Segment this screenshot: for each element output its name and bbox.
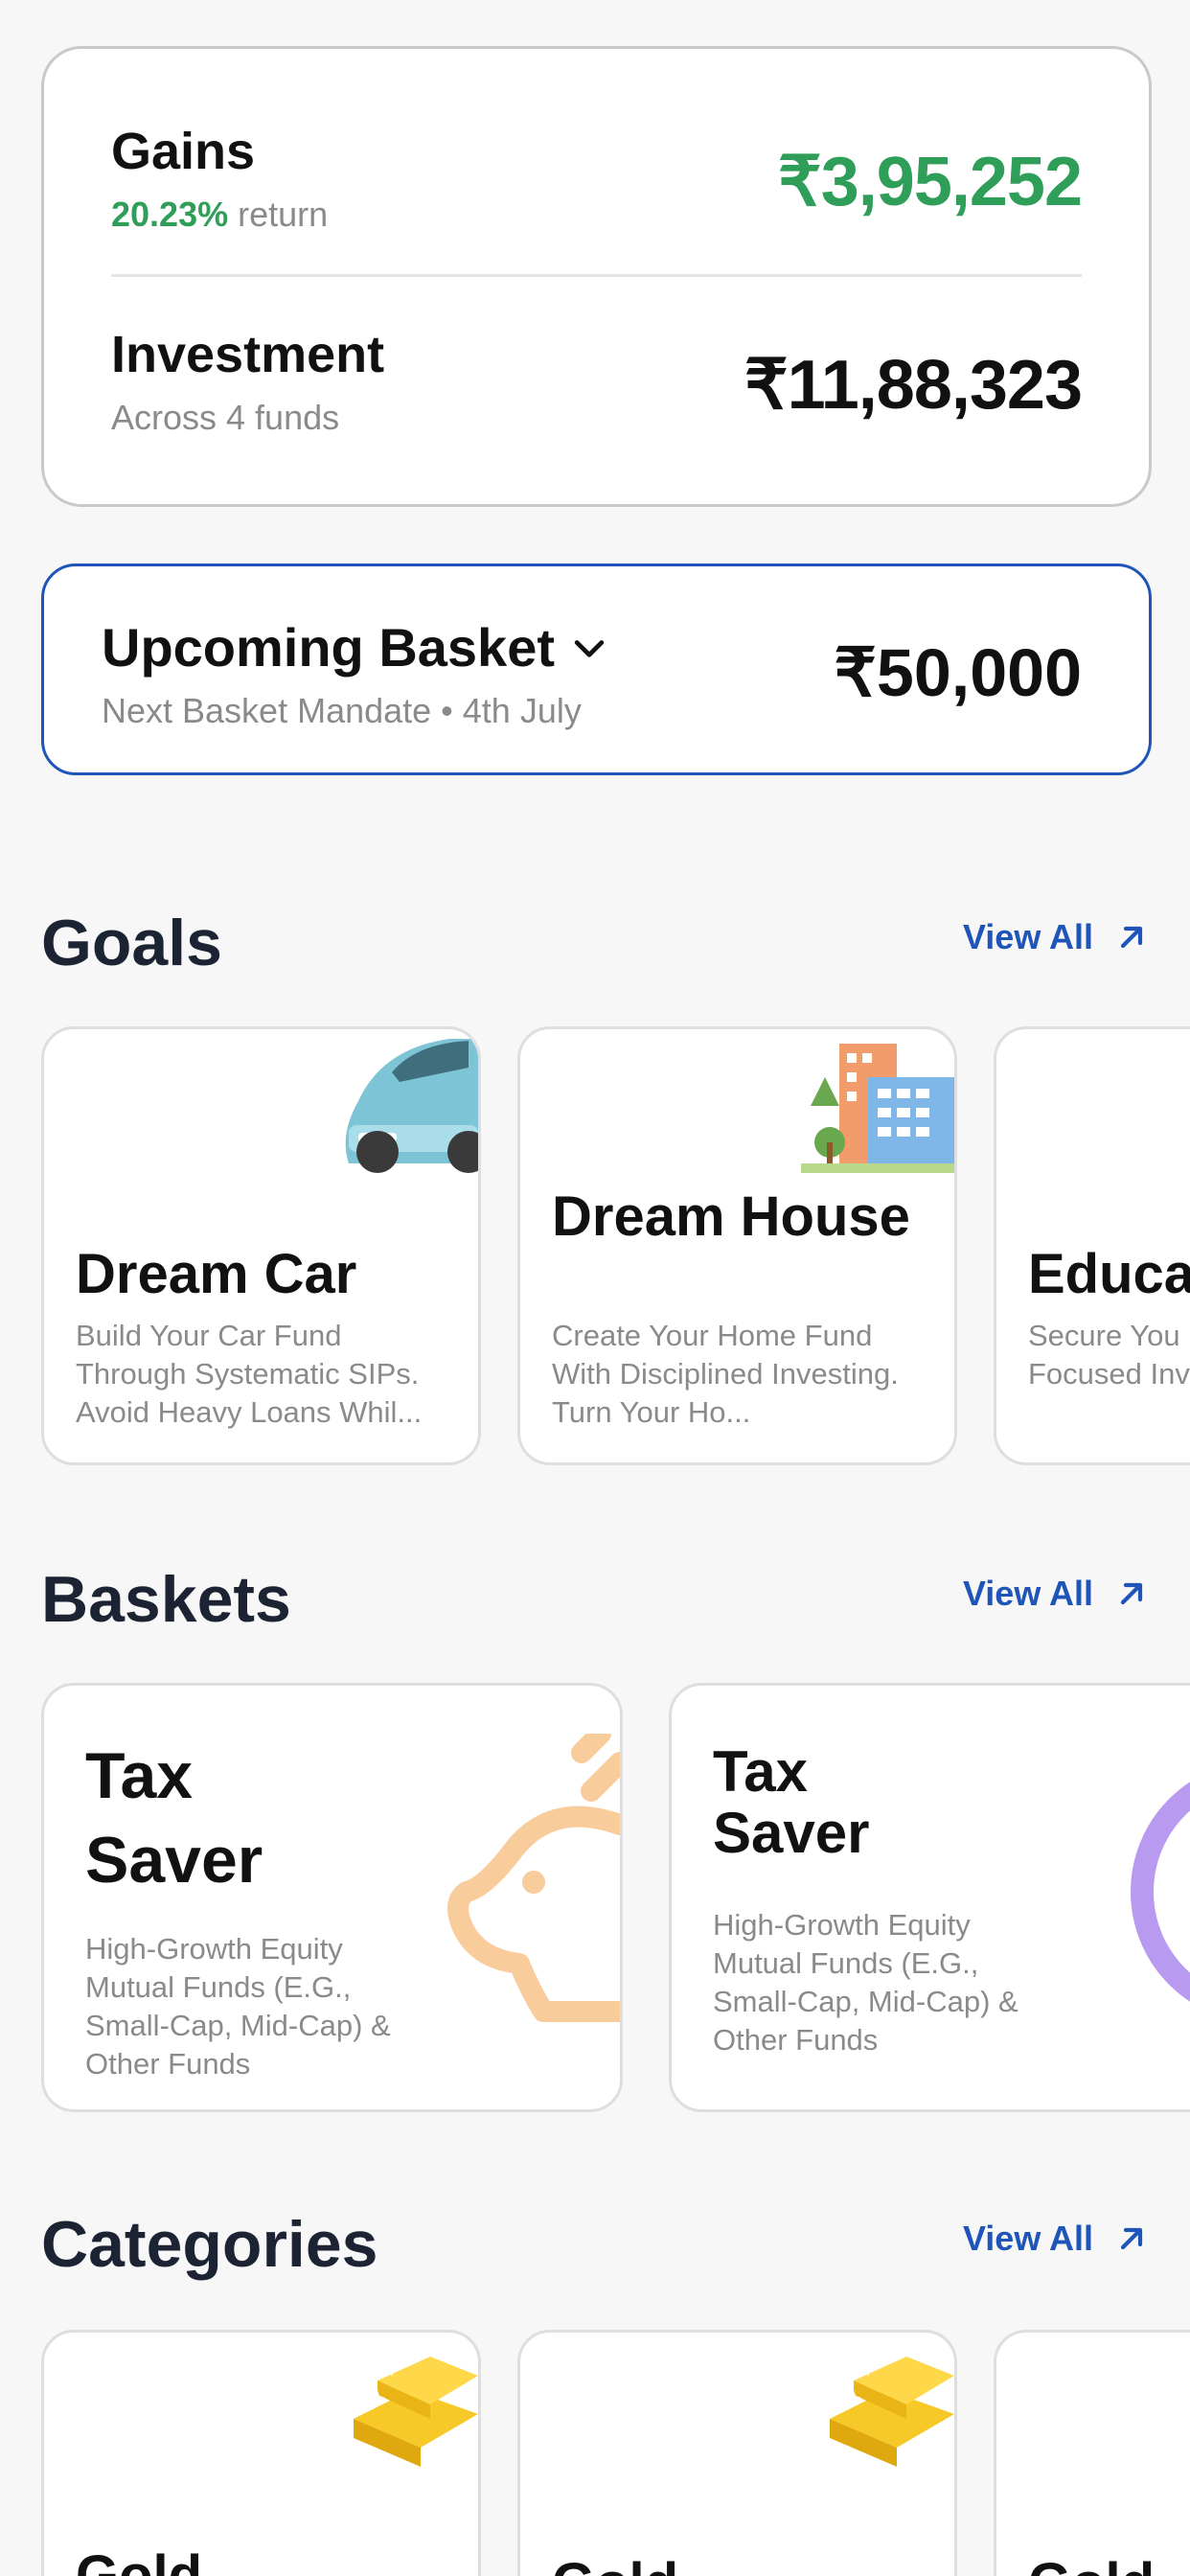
baskets-view-all-link[interactable]: View All xyxy=(963,1574,1149,1614)
piggy-bank-illustration xyxy=(447,1734,620,2022)
basket-card-tax-saver[interactable]: Tax Saver High-Growth Equity Mutual Fund… xyxy=(41,1683,623,2112)
goal-description: Build Your Car Fund Through Systematic S… xyxy=(76,1319,423,1429)
gold-bars-illustration xyxy=(354,2352,478,2467)
categories-section-header: Categories View All xyxy=(41,2207,1149,2293)
gains-return-label: return xyxy=(228,195,329,234)
baskets-section-header: Baskets View All xyxy=(41,1562,1149,1648)
summary-divider xyxy=(111,274,1082,277)
category-card-gold-2[interactable]: Gold xyxy=(517,2330,957,2576)
category-card-gold-3[interactable]: Gold xyxy=(994,2330,1190,2576)
investment-amount: ₹11,88,323 xyxy=(744,347,1083,424)
goal-description: Create Your Home Fund With Disciplined I… xyxy=(552,1319,899,1429)
investment-title: Investment xyxy=(111,326,385,383)
category-title: Gold xyxy=(76,2544,203,2576)
basket-description: High-Growth Equity Mutual Funds (E.G., S… xyxy=(85,1932,391,2081)
category-title: Gold xyxy=(552,2551,678,2576)
baskets-carousel[interactable]: Tax Saver High-Growth Equity Mutual Fund… xyxy=(41,1683,1190,2116)
gains-title: Gains xyxy=(111,123,256,180)
goals-view-all-link[interactable]: View All xyxy=(963,917,1149,957)
baskets-title: Baskets xyxy=(41,1563,291,1636)
chevron-down-icon xyxy=(574,639,605,657)
category-title: Gold xyxy=(1028,2551,1155,2576)
basket-title: Tax Saver xyxy=(713,1739,870,1865)
view-all-label: View All xyxy=(962,1574,1093,1613)
arrow-up-right-icon xyxy=(1120,1582,1143,1605)
upcoming-basket-amount: ₹50,000 xyxy=(834,635,1082,710)
goal-card-dream-house[interactable]: Dream House Create Your Home Fund With D… xyxy=(517,1026,957,1465)
upcoming-basket-subtitle: Next Basket Mandate • 4th July xyxy=(102,691,582,730)
goals-section-header: Goals View All xyxy=(41,906,1149,992)
arrow-up-right-icon xyxy=(1120,2227,1143,2250)
goals-title: Goals xyxy=(41,907,222,979)
goal-title: Educa xyxy=(1028,1243,1190,1305)
car-illustration xyxy=(345,1039,478,1173)
gains-row: Gains 20.23% return ₹3,95,252 xyxy=(111,122,1083,246)
goal-title: Dream Car xyxy=(76,1243,357,1305)
coin-illustration xyxy=(1131,1782,1190,2002)
goal-description: Secure You Future With Focused Inv xyxy=(1028,1319,1190,1391)
goal-card-dream-car[interactable]: Dream Car Build Your Car Fund Through Sy… xyxy=(41,1026,481,1465)
view-all-label: View All xyxy=(962,2219,1093,2258)
basket-description: High-Growth Equity Mutual Funds (E.G., S… xyxy=(713,1908,1018,2057)
investment-row: Investment Across 4 funds ₹11,88,323 xyxy=(111,325,1083,449)
upcoming-basket-toggle[interactable]: Upcoming Basket xyxy=(102,616,610,678)
arrow-up-right-icon xyxy=(1120,926,1143,949)
goals-carousel[interactable]: Dream Car Build Your Car Fund Through Sy… xyxy=(41,1026,1190,1469)
portfolio-summary-card[interactable]: Gains 20.23% return ₹3,95,252 Investment… xyxy=(41,46,1152,507)
gains-amount: ₹3,95,252 xyxy=(777,144,1083,220)
category-card-gold[interactable]: Gold xyxy=(41,2330,481,2576)
building-illustration xyxy=(801,1044,954,1173)
goal-card-education[interactable]: Educa Secure You Future With Focused Inv xyxy=(994,1026,1190,1465)
goal-title: Dream House xyxy=(552,1185,910,1248)
investment-subtitle: Across 4 funds xyxy=(111,398,340,437)
upcoming-basket-title: Upcoming Basket xyxy=(102,617,555,678)
basket-title: Tax Saver xyxy=(85,1739,263,1897)
gains-return: 20.23% return xyxy=(111,195,328,235)
gold-bars-illustration xyxy=(830,2352,954,2467)
categories-title: Categories xyxy=(41,2208,378,2281)
categories-carousel[interactable]: Gold Gold Gold xyxy=(41,2330,1190,2576)
categories-view-all-link[interactable]: View All xyxy=(963,2219,1149,2259)
gains-percent: 20.23% xyxy=(111,195,229,234)
upcoming-basket-card[interactable]: Upcoming Basket Next Basket Mandate • 4t… xyxy=(41,564,1152,775)
basket-card-tax-saver-2[interactable]: Tax Saver High-Growth Equity Mutual Fund… xyxy=(669,1683,1190,2112)
portfolio-screen: Gains 20.23% return ₹3,95,252 Investment… xyxy=(0,0,1190,2576)
view-all-label: View All xyxy=(962,917,1093,956)
